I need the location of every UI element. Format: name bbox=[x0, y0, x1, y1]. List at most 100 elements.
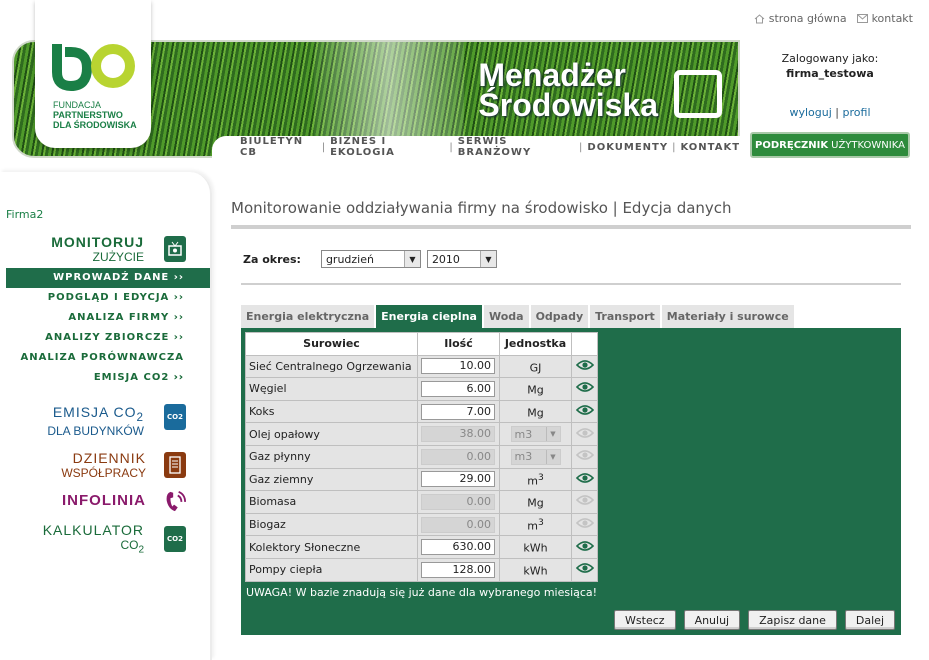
user-name: firma_testowa bbox=[786, 67, 874, 80]
unit-cell: kWh bbox=[499, 535, 572, 559]
monitoruj-title: MONITORUJ bbox=[51, 234, 144, 250]
home-link-label: strona główna bbox=[768, 12, 847, 25]
resource-name: Olej opałowy bbox=[245, 422, 418, 446]
dziennik-subtitle: WSPÓŁPRACY bbox=[61, 466, 146, 480]
quantity-cell: 29.00 bbox=[417, 467, 500, 492]
nav-item-kontakt[interactable]: KONTAKT bbox=[680, 142, 740, 153]
quantity-input[interactable]: 128.00 bbox=[421, 561, 495, 578]
page: strona główna kontakt Menadżer Środowisk… bbox=[0, 0, 929, 660]
menu-item-analiza-porownawcza[interactable]: ANALIZA PORÓWNAWCZA ›› bbox=[6, 348, 210, 383]
menu-item-wprowadz-dane[interactable]: WPROWADŹ DANE ›› bbox=[6, 268, 210, 288]
warning-message: UWAGA! W bazie znadują się już dane dla … bbox=[246, 586, 598, 599]
unit-value: kWh bbox=[523, 541, 548, 555]
eye-cell bbox=[571, 377, 598, 401]
nav-item-dokumenty[interactable]: DOKUMENTY bbox=[587, 142, 668, 153]
unit-superscript: 3 bbox=[537, 516, 544, 528]
infolinia-section[interactable]: INFOLINIA bbox=[62, 492, 146, 509]
table-row: Gaz ziemny 29.00 m3 bbox=[245, 467, 598, 492]
header-actions bbox=[571, 332, 598, 356]
eye-icon[interactable] bbox=[575, 404, 594, 416]
quantity-cell: 7.00 bbox=[417, 399, 500, 424]
quantity-cell: 10.00 bbox=[417, 354, 500, 379]
quantity-input[interactable]: 6.00 bbox=[421, 380, 495, 397]
brand-line-1: Menadżer bbox=[478, 57, 626, 93]
unit-value: m bbox=[527, 519, 538, 533]
header-surowiec: Surowiec bbox=[245, 332, 418, 356]
logout-link[interactable]: wyloguj bbox=[789, 106, 831, 119]
top-links: strona główna kontakt bbox=[754, 12, 913, 25]
menu-item-analizy-zbiorcze[interactable]: ANALIZY ZBIORCZE ›› bbox=[6, 328, 210, 348]
unit-select[interactable]: m3 ▼ bbox=[510, 426, 561, 443]
unit-value: m3 bbox=[514, 450, 533, 464]
contact-link[interactable]: kontakt bbox=[856, 12, 913, 25]
eye-icon[interactable] bbox=[575, 472, 594, 484]
monitoruj-section[interactable]: MONITORUJ ZUŻYCIE bbox=[51, 234, 144, 264]
table-row: Olej opałowy 38.00 m3 ▼ bbox=[245, 422, 598, 446]
tab-energia-elektryczna[interactable]: Energia elektryczna bbox=[241, 305, 375, 328]
eye-icon[interactable] bbox=[575, 381, 594, 393]
tab-energia-cieplna[interactable]: Energia cieplna bbox=[376, 305, 482, 328]
unit-cell: GJ bbox=[499, 354, 572, 379]
eye-icon[interactable] bbox=[575, 562, 594, 574]
divider bbox=[241, 283, 901, 285]
tab-woda[interactable]: Woda bbox=[483, 305, 529, 328]
menu-item-podglad-edycja[interactable]: PODGLĄD I EDYCJA ›› bbox=[6, 288, 210, 308]
kalkulator-subtitle-text: CO bbox=[120, 538, 139, 552]
home-link[interactable]: strona główna bbox=[754, 12, 847, 25]
quantity-cell: 0.00 bbox=[417, 444, 500, 469]
chevron-down-icon: ▼ bbox=[479, 251, 496, 267]
eye-icon[interactable] bbox=[575, 540, 594, 552]
back-button[interactable]: Wstecz bbox=[614, 610, 676, 630]
quantity-input[interactable]: 630.00 bbox=[421, 539, 495, 556]
user-manual-button[interactable]: PODRĘCZNIK UŻYTKOWNIKA bbox=[750, 132, 910, 158]
menu-item-analiza-firmy[interactable]: ANALIZA FIRMY ›› bbox=[6, 308, 210, 328]
table-header-row: Surowiec Ilość Jednostka bbox=[245, 332, 598, 356]
year-select[interactable]: 2010 ▼ bbox=[426, 250, 497, 268]
brand-logo-icon bbox=[674, 70, 722, 118]
emisja-title-text: EMISJA CO bbox=[52, 404, 137, 420]
nav-separator: | bbox=[672, 141, 677, 153]
month-select[interactable]: grudzień ▼ bbox=[320, 250, 421, 268]
quantity-input[interactable]: 10.00 bbox=[421, 358, 495, 375]
table-row: Biogaz 0.00 m3 bbox=[245, 512, 598, 537]
kalkulator-section[interactable]: KALKULATOR CO2 bbox=[43, 522, 144, 555]
foundation-logo[interactable]: FUNDACJA PARTNERSTWO DLA ŚRODOWISKA bbox=[35, 0, 151, 148]
profile-link[interactable]: profil bbox=[843, 106, 871, 119]
resource-name: Biomasa bbox=[245, 490, 418, 514]
emisja-title: EMISJA CO2 bbox=[47, 404, 144, 424]
firm-name[interactable]: Firma2 bbox=[6, 208, 43, 221]
nav-separator: | bbox=[449, 141, 454, 153]
dziennik-title: DZIENNIK bbox=[72, 450, 146, 466]
nav-item-serwis[interactable]: SERWIS BRANŻOWY bbox=[458, 136, 575, 158]
tab-transport[interactable]: Transport bbox=[590, 305, 660, 328]
save-button[interactable]: Zapisz dane bbox=[748, 610, 837, 630]
quantity-input[interactable]: 29.00 bbox=[421, 471, 495, 488]
nav-item-biznes[interactable]: BIZNES I EKOLOGIA bbox=[330, 136, 445, 158]
nav-item-biuletyn[interactable]: BIULETYN CB bbox=[240, 136, 318, 158]
tab-materialy-surowce[interactable]: Materiały i surowce bbox=[661, 305, 794, 328]
notebook-icon bbox=[164, 452, 186, 478]
chevron-down-icon: ▼ bbox=[545, 427, 560, 442]
cancel-button[interactable]: Anuluj bbox=[683, 610, 741, 630]
quantity-input: 0.00 bbox=[421, 493, 495, 510]
monitoring-menu: WPROWADŹ DANE ›› PODGLĄD I EDYCJA ›› ANA… bbox=[6, 268, 210, 388]
eye-icon[interactable] bbox=[575, 359, 594, 371]
emisja-subtitle: DLA BUDYNKÓW bbox=[47, 423, 144, 438]
table-row: Koks 7.00 Mg bbox=[245, 399, 598, 424]
table-row: Pompy ciepła 128.00 kWh bbox=[245, 557, 598, 582]
manual-label-rest: UŻYTKOWNIKA bbox=[831, 139, 905, 151]
next-button[interactable]: Dalej bbox=[844, 610, 895, 630]
unit-value: m bbox=[527, 474, 538, 488]
menu-item-emisja-co2[interactable]: EMISJA CO2 ›› bbox=[6, 368, 210, 388]
unit-cell: Mg bbox=[499, 490, 572, 514]
quantity-input[interactable]: 7.00 bbox=[421, 403, 495, 420]
dziennik-section[interactable]: DZIENNIK WSPÓŁPRACY bbox=[61, 450, 146, 480]
unit-select[interactable]: m3 ▼ bbox=[510, 448, 561, 465]
emisja-section[interactable]: EMISJA CO2 DLA BUDYNKÓW bbox=[47, 404, 144, 438]
contact-link-label: kontakt bbox=[871, 12, 913, 25]
unit-superscript: 3 bbox=[537, 471, 544, 483]
eye-cell bbox=[571, 535, 598, 559]
resource-name: Gaz płynny bbox=[245, 444, 418, 469]
page-title: Monitorowanie oddziaływania firmy na śro… bbox=[231, 199, 911, 229]
tab-odpady[interactable]: Odpady bbox=[530, 305, 589, 328]
